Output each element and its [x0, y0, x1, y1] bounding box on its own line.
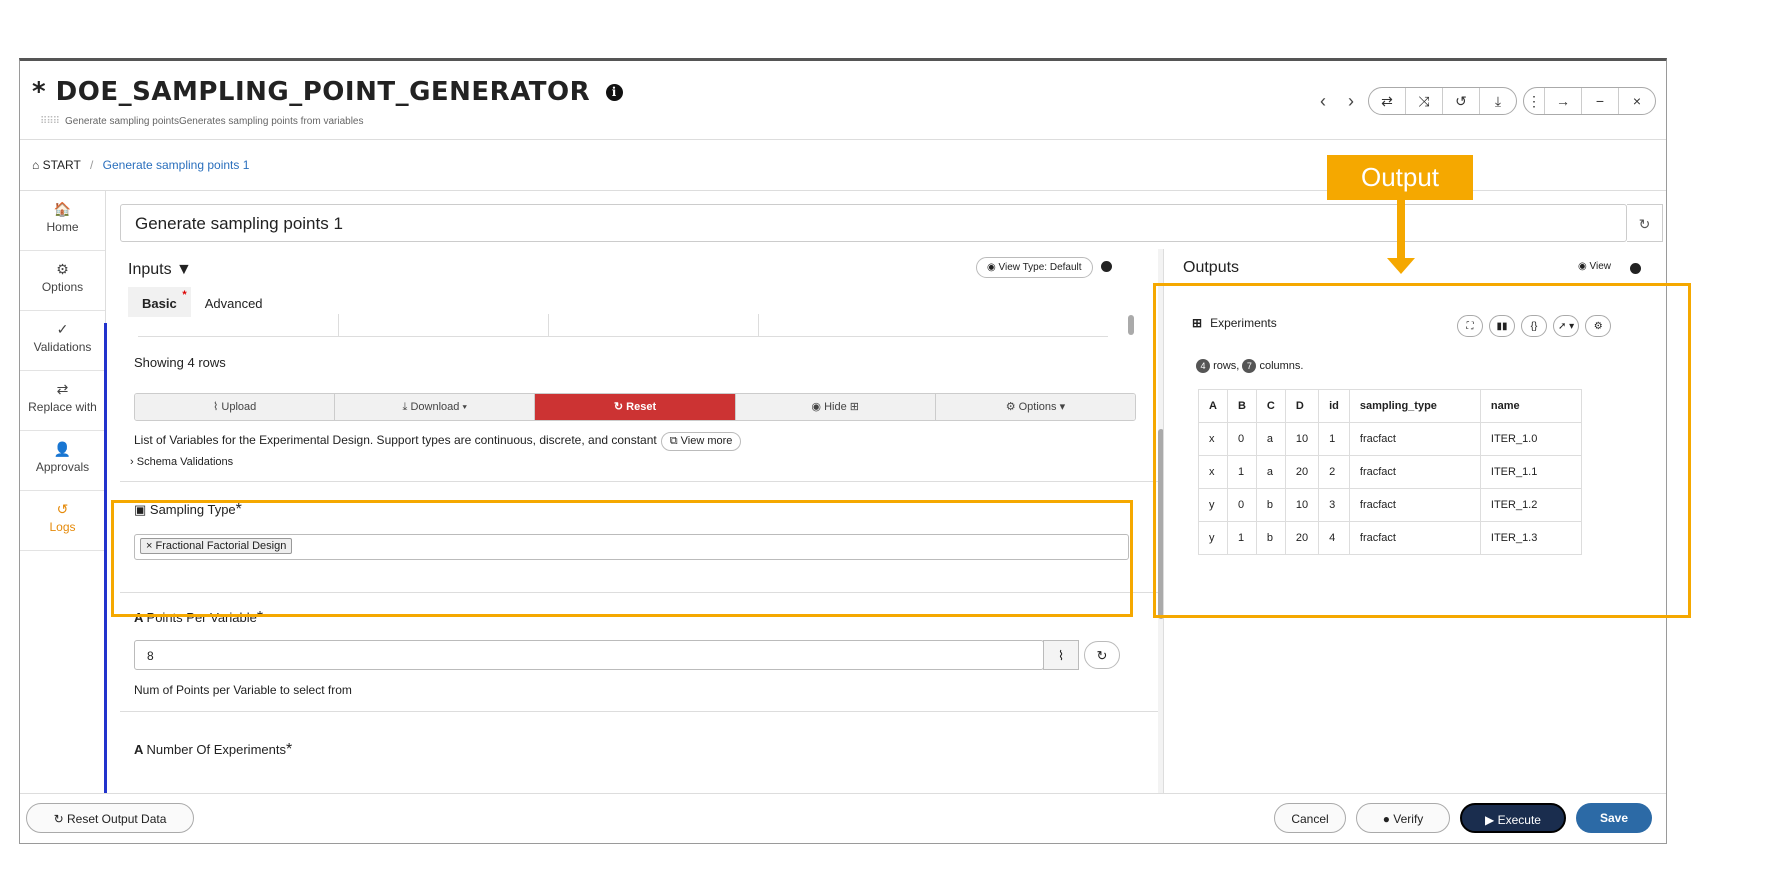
shuffle-icon[interactable]: ⤨ — [1406, 88, 1443, 114]
cancel-button[interactable]: Cancel — [1274, 803, 1346, 833]
reset-output-button[interactable]: ↻ Reset Output Data — [26, 803, 194, 833]
tab-advanced[interactable]: Advanced — [191, 287, 277, 317]
annotation-arrow-icon — [1387, 258, 1415, 274]
home-icon: 🏠 — [53, 201, 72, 217]
eye-icon: ◉ — [1578, 261, 1590, 272]
verify-button[interactable]: ● Verify — [1356, 803, 1450, 833]
sampling-type-highlight — [111, 500, 1133, 617]
reset-button[interactable]: ↻ Reset — [535, 394, 736, 420]
home-icon: ⌂ — [32, 158, 43, 172]
output-annotation-label: Output — [1327, 155, 1473, 200]
divider — [120, 481, 1160, 482]
swap-icon: ⇄ — [56, 381, 69, 397]
breadcrumb-current[interactable]: Generate sampling points 1 — [103, 158, 250, 172]
user-check-icon: 👤 — [53, 441, 72, 457]
close-icon[interactable]: × — [1619, 88, 1655, 114]
check-double-icon: ✓ — [56, 321, 69, 337]
gear-icon[interactable] — [1101, 261, 1112, 272]
breadcrumb-home[interactable]: ⌂ START — [32, 158, 81, 172]
points-per-variable-help: Num of Points per Variable to select fro… — [134, 683, 352, 697]
window-controls: ‹ › ⇄ ⤨ ↺ ⤓ ⋮ → − × — [1312, 87, 1656, 115]
variables-table-edge — [138, 314, 1108, 337]
section-indicator — [104, 323, 107, 793]
outputs-title: Outputs — [1183, 259, 1240, 276]
tab-basic[interactable]: Basic — [128, 287, 191, 317]
variables-toolbar: ⌇ Upload ⤓ Download ▾ ↻ Reset ◉ Hide ⊞ ⚙… — [134, 393, 1136, 421]
variables-description: List of Variables for the Experimental D… — [134, 432, 742, 451]
paperclip-icon[interactable]: ⌇ — [1043, 640, 1079, 670]
hide-button[interactable]: ◉ Hide ⊞ — [735, 394, 936, 420]
execute-button[interactable]: ▶ Execute — [1460, 803, 1566, 833]
sidebar-item-home[interactable]: 🏠 Home — [20, 191, 105, 251]
page-subtitle: ⠿⠿⠿ Generate sampling pointsGenerates sam… — [40, 116, 364, 127]
upload-button[interactable]: ⌇ Upload — [135, 394, 336, 420]
sidebar-item-options[interactable]: ⚙ Options — [20, 251, 105, 311]
minimize-icon[interactable]: − — [1582, 88, 1619, 114]
sidebar-item-approvals[interactable]: 👤 Approvals — [20, 431, 105, 491]
refresh-icon[interactable]: ↻ — [1084, 641, 1120, 669]
schema-validations-toggle[interactable]: › Schema Validations — [130, 456, 233, 468]
sidebar-item-replace[interactable]: ⇄ Replace with — [20, 371, 105, 431]
output-highlight — [1153, 283, 1691, 618]
arrow-right-icon[interactable]: → — [1545, 88, 1582, 114]
options-button[interactable]: ⚙ Options ▾ — [935, 394, 1135, 420]
gear-icon: ⚙ — [56, 261, 69, 277]
external-link-icon: ⧉ — [669, 435, 681, 447]
caret-down-icon: ▼ — [176, 261, 192, 278]
refresh-icon: ↻ — [613, 401, 627, 413]
more-vertical-icon[interactable]: ⋮ — [1524, 88, 1545, 114]
refresh-icon: ↻ — [53, 812, 67, 826]
chevron-right-icon: › — [130, 456, 137, 468]
sidebar-item-logs[interactable]: ↺ Logs — [20, 491, 105, 551]
annotation-arrow-shaft — [1397, 200, 1405, 260]
divider — [120, 711, 1160, 712]
points-per-variable-input[interactable]: 8 — [134, 640, 1044, 670]
download-icon[interactable]: ⤓ — [1480, 88, 1516, 114]
view-more-button[interactable]: ⧉ View more — [660, 432, 742, 451]
text-type-icon: A — [134, 742, 147, 757]
sidebar-item-validations[interactable]: ✓ Validations — [20, 311, 105, 371]
drag-dots-icon: ⠿⠿⠿ — [40, 116, 60, 127]
refresh-icon[interactable]: ↻ — [1627, 204, 1663, 242]
history-icon: ↺ — [56, 501, 69, 517]
prev-icon[interactable]: ‹ — [1312, 91, 1334, 112]
action-group: ⇄ ⤨ ↺ ⤓ — [1368, 87, 1517, 115]
eye-icon: ◉ — [811, 401, 825, 413]
header: * DOE_SAMPLING_POINT_GENERATOR i ⠿⠿⠿ Gene… — [20, 61, 1666, 140]
input-tabs: Basic Advanced — [128, 287, 277, 317]
info-circle-icon[interactable]: i — [605, 84, 623, 101]
undo-icon[interactable]: ↺ — [1443, 88, 1480, 114]
check-circle-icon: ● — [1382, 812, 1394, 826]
table-scrollbar[interactable] — [1128, 315, 1134, 335]
number-of-experiments-label: A Number Of Experiments* — [134, 741, 293, 758]
view-type-button[interactable]: ◉ View Type: Default — [976, 257, 1093, 278]
next-icon[interactable]: › — [1340, 91, 1362, 112]
save-button[interactable]: Save — [1576, 803, 1652, 833]
download-button[interactable]: ⤓ Download ▾ — [335, 394, 536, 420]
gear-icon: ⚙ — [1005, 401, 1019, 413]
rows-count-text: Showing 4 rows — [134, 355, 226, 370]
sidebar: 🏠 Home ⚙ Options ✓ Validations ⇄ Replace wit… — [20, 191, 106, 791]
gear-icon[interactable] — [1630, 263, 1641, 274]
play-icon: ▶ — [1485, 813, 1498, 827]
page-title: * DOE_SAMPLING_POINT_GENERATOR i — [32, 77, 623, 107]
window-group: ⋮ → − × — [1523, 87, 1656, 115]
footer-bar: ↻ Reset Output Data Cancel ● Verify ▶ Ex… — [20, 793, 1666, 843]
view-button[interactable]: ◉ View — [1578, 261, 1611, 272]
eye-icon: ◉ — [987, 262, 999, 273]
inputs-title[interactable]: Inputs ▼ — [128, 261, 192, 279]
swap-icon[interactable]: ⇄ — [1369, 88, 1406, 114]
